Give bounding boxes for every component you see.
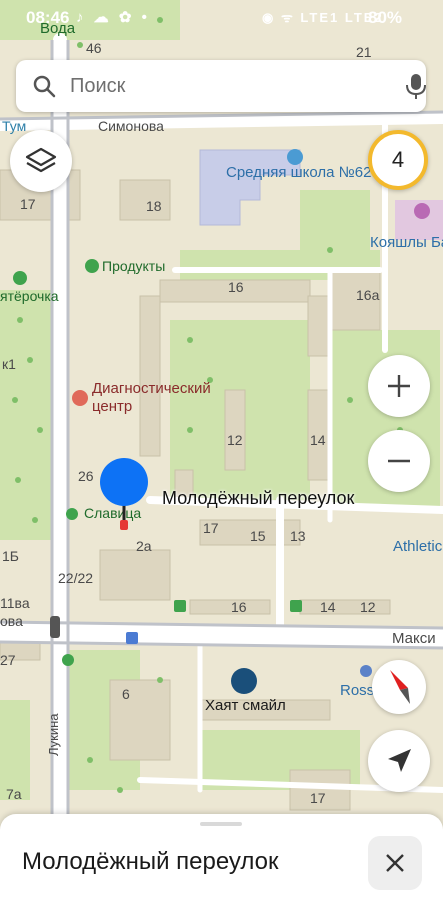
label-koyashly: Кояшлы Ба	[370, 234, 443, 251]
search-placeholder: Поиск	[70, 75, 126, 97]
minus-icon	[388, 459, 410, 463]
label-tum: Тум	[2, 118, 27, 134]
label-ova: ова	[0, 613, 23, 629]
compass-button[interactable]	[372, 660, 426, 714]
label-diag-1: Диагностический	[92, 380, 211, 397]
label-12-bot: 12	[360, 599, 376, 615]
plus-icon	[388, 375, 410, 397]
label-16-top: 16	[228, 279, 244, 295]
label-16a: 16а	[356, 287, 380, 303]
label-street-lukina: Лукина	[46, 713, 61, 756]
layers-button[interactable]	[10, 130, 72, 192]
label-12-mid: 12	[227, 432, 243, 448]
label-13: 13	[290, 528, 306, 544]
label-athletic: Athletic	[393, 538, 443, 555]
compass-icon	[390, 670, 410, 704]
label-6: 6	[122, 686, 130, 702]
label-14-bot: 14	[320, 599, 336, 615]
search-bar[interactable]: Поиск	[16, 60, 426, 112]
label-17-top: 17	[20, 196, 36, 212]
sheet-drag-handle[interactable]	[200, 822, 242, 826]
label-18: 18	[146, 198, 162, 214]
zoom-in-button[interactable]	[368, 355, 430, 417]
label-14-mid: 14	[310, 432, 326, 448]
label-21: 21	[356, 44, 372, 60]
label-1b: 1Б	[2, 548, 19, 564]
label-27: 27	[0, 652, 16, 668]
label-16-bot: 16	[231, 599, 247, 615]
label-diag-2: центр	[92, 398, 133, 415]
my-location-button[interactable]	[368, 730, 430, 792]
label-street-maksi: Макси	[392, 630, 436, 647]
label-26: 26	[78, 468, 94, 484]
label-17-mid: 17	[203, 520, 219, 536]
label-22-22: 22/22	[58, 570, 94, 586]
close-icon	[386, 854, 404, 872]
label-15: 15	[250, 528, 266, 544]
search-icon	[33, 75, 56, 98]
close-button[interactable]	[368, 836, 422, 890]
label-produkty: Продукты	[102, 258, 166, 274]
zoom-out-button[interactable]	[368, 430, 430, 492]
status-network-icons: ◉ ᯤ LTE1 LTE2	[262, 10, 384, 25]
location-pin-icon[interactable]	[98, 458, 150, 532]
traffic-level-value: 4	[391, 147, 405, 172]
status-time: 08:46	[26, 8, 70, 27]
label-khayat-smile: Хаят смайл	[205, 697, 286, 714]
status-bar: 08:46 ♪ ☁ ✿ • ◉ ᯤ LTE1 LTE2 80%	[0, 0, 443, 34]
status-notification-icons: ♪ ☁ ✿ •	[76, 9, 150, 26]
label-pyaterochka: ятёрочка	[0, 288, 59, 304]
status-battery: 80%	[368, 8, 403, 27]
navigation-arrow-icon	[388, 749, 411, 772]
label-17-bot: 17	[310, 790, 326, 806]
label-selected-street: Молодёжный переулок	[162, 488, 355, 508]
label-11va: 11ва	[0, 595, 30, 611]
label-7a: 7а	[6, 786, 22, 802]
microphone-icon[interactable]	[404, 72, 428, 100]
label-k1: к1	[2, 356, 16, 372]
sheet-title: Молодёжный переулок	[22, 848, 279, 875]
traffic-level-button[interactable]: 4	[368, 130, 428, 190]
label-school: Средняя школа №62	[226, 164, 372, 181]
label-ross: Ross	[340, 682, 375, 699]
label-46: 46	[86, 40, 102, 56]
layers-icon	[25, 147, 57, 173]
label-street-simonova: Симонова	[98, 118, 164, 134]
label-2a: 2а	[136, 538, 152, 554]
